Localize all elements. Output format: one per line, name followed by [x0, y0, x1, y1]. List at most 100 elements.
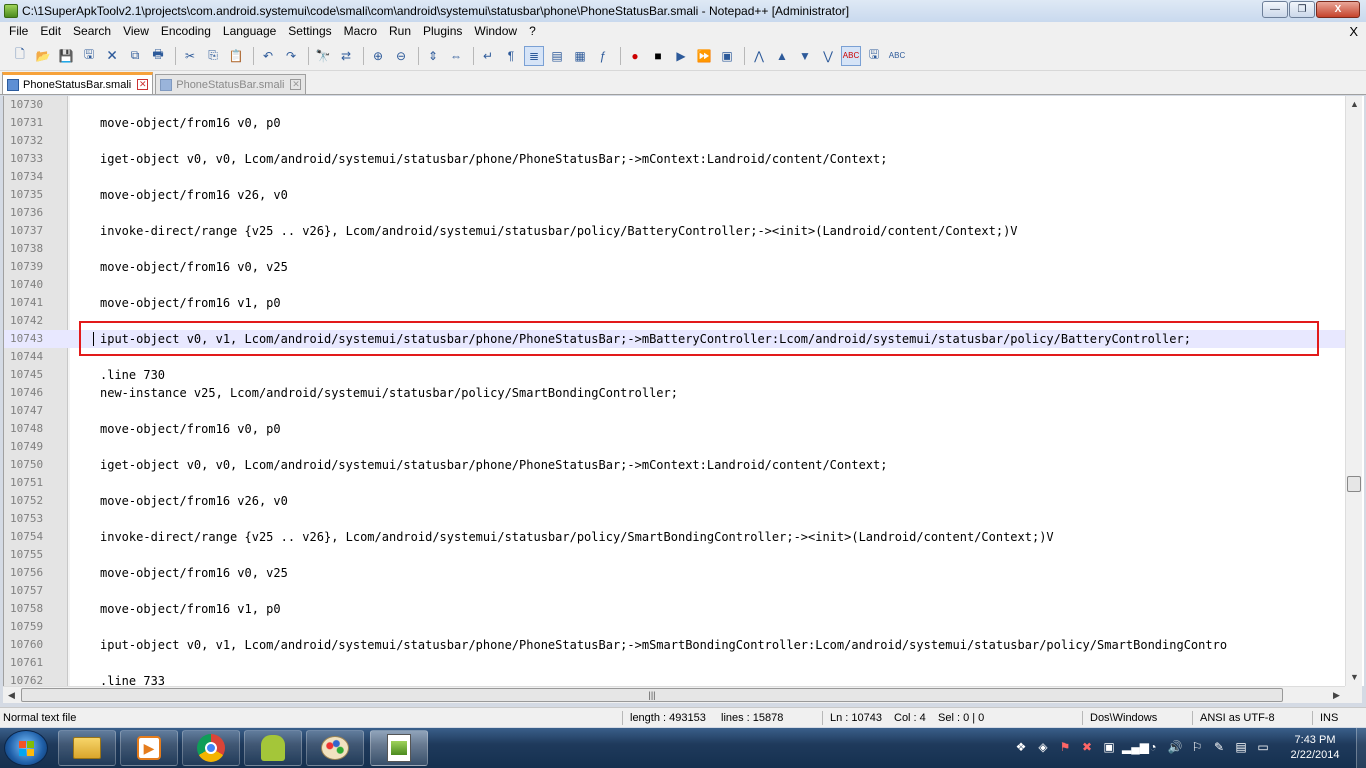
menu-settings[interactable]: Settings — [282, 22, 337, 41]
move-up-icon[interactable]: ▲ — [772, 46, 792, 66]
move-down-icon[interactable]: ▼ — [795, 46, 815, 66]
editor-line[interactable]: 10746 new-instance v25, Lcom/android/syst… — [4, 384, 1346, 402]
menu-file[interactable]: File — [3, 22, 34, 41]
save-macro-icon[interactable]: ▣ — [717, 46, 737, 66]
taskbar-android-tool-button[interactable] — [244, 730, 302, 766]
code-editor[interactable]: 10730 10731 move-object/from16 v0, p0 10732… — [3, 96, 1364, 686]
expand-icon[interactable]: ⋁ — [818, 46, 838, 66]
editor-line[interactable]: 10762 .line 733 — [4, 672, 1346, 686]
taskbar-clock[interactable]: 7:43 PM 2/22/2014 — [1280, 733, 1350, 763]
taskbar-chrome-button[interactable] — [182, 730, 240, 766]
editor-line[interactable]: 10753 — [4, 510, 1346, 528]
indent-guide-icon[interactable]: ≣ — [524, 45, 544, 66]
spell-check-options-icon[interactable]: 🖫 — [864, 46, 884, 66]
close-button[interactable]: X — [1316, 1, 1360, 18]
show-all-characters-icon[interactable]: ¶ — [501, 46, 521, 66]
menu-macro[interactable]: Macro — [338, 22, 383, 41]
scroll-down-icon[interactable]: ▼ — [1346, 669, 1363, 686]
minimize-button[interactable]: — — [1262, 1, 1288, 18]
cut-icon[interactable]: ✂ — [180, 46, 200, 66]
stop-recording-icon[interactable]: ■ — [648, 46, 668, 66]
close-document-button[interactable]: X — [1349, 22, 1358, 41]
menu-language[interactable]: Language — [217, 22, 282, 41]
editor-line[interactable]: 10736 — [4, 204, 1346, 222]
status-encoding[interactable]: ANSI as UTF-8 — [1200, 708, 1275, 728]
open-file-icon[interactable]: 📂 — [33, 46, 53, 66]
editor-line[interactable]: 10757 — [4, 582, 1346, 600]
editor-line[interactable]: 10745 .line 730 — [4, 366, 1346, 384]
action-center-icon[interactable]: ⚐ — [1188, 738, 1206, 756]
undo-icon[interactable]: ↶ — [258, 46, 278, 66]
print-icon[interactable]: 🖶 — [148, 46, 168, 66]
editor-line[interactable]: 10738 — [4, 240, 1346, 258]
redo-icon[interactable]: ↷ — [281, 46, 301, 66]
word-wrap-icon[interactable]: ↵ — [478, 46, 498, 66]
editor-line[interactable]: 10733 iget-object v0, v0, Lcom/android/sy… — [4, 150, 1346, 168]
vertical-scrollbar[interactable]: ▲ ▼ — [1345, 96, 1362, 686]
editor-line[interactable]: 10751 — [4, 474, 1346, 492]
tab-close-icon[interactable]: ✕ — [290, 79, 302, 90]
show-desktop-button[interactable] — [1356, 728, 1366, 768]
menu-encoding[interactable]: Encoding — [155, 22, 217, 41]
editor-line[interactable]: 10752 move-object/from16 v26, v0 — [4, 492, 1346, 510]
editor-line[interactable]: 10731 move-object/from16 v0, p0 — [4, 114, 1346, 132]
dropbox-icon[interactable]: ❖ — [1012, 738, 1030, 756]
scroll-left-icon[interactable]: ◀ — [3, 687, 20, 704]
scroll-right-icon[interactable]: ▶ — [1328, 687, 1345, 704]
scroll-up-icon[interactable]: ▲ — [1346, 96, 1363, 113]
start-button[interactable] — [4, 730, 48, 766]
tab-phonestatusbar-inactive[interactable]: PhoneStatusBar.smali ✕ — [155, 74, 307, 94]
display-icon[interactable]: ▭ — [1254, 738, 1272, 756]
zoom-in-icon[interactable]: ⊕ — [368, 46, 388, 66]
close-file-icon[interactable]: 🗙 — [102, 46, 122, 66]
menu-help[interactable]: ? — [523, 22, 542, 41]
find-icon[interactable]: 🔭 — [313, 46, 333, 66]
editor-line[interactable]: 10750 iget-object v0, v0, Lcom/android/sy… — [4, 456, 1346, 474]
signal-strength-icon[interactable]: ▂▄▆ — [1122, 738, 1149, 756]
editor-line[interactable]: 10747 — [4, 402, 1346, 420]
copy-icon[interactable]: ⎘ — [203, 46, 223, 66]
horizontal-scroll-thumb[interactable]: ||| — [21, 688, 1283, 702]
taskbar-notepad-plus-plus-button[interactable] — [370, 730, 428, 766]
sync-horizontal-icon[interactable]: ⇔ — [446, 46, 466, 66]
editor-line[interactable]: 10735 move-object/from16 v26, v0 — [4, 186, 1346, 204]
editor-line[interactable]: 10749 — [4, 438, 1346, 456]
taskbar-explorer-button[interactable] — [58, 730, 116, 766]
menu-view[interactable]: View — [117, 22, 155, 41]
editor-line[interactable]: 10737 invoke-direct/range {v25 .. v26}, L… — [4, 222, 1346, 240]
horizontal-scrollbar[interactable]: ◀ ||| ▶ — [3, 686, 1345, 703]
collapse-icon[interactable]: ⋀ — [749, 46, 769, 66]
editor-line[interactable]: 10732 — [4, 132, 1346, 150]
taskbar-paint-button[interactable] — [306, 730, 364, 766]
usb-device-icon[interactable]: ▣ — [1100, 738, 1118, 756]
editor-line[interactable]: 10739 move-object/from16 v0, v25 — [4, 258, 1346, 276]
editor-line[interactable]: 10759 — [4, 618, 1346, 636]
menu-plugins[interactable]: Plugins — [417, 22, 468, 41]
editor-line[interactable]: 10756 move-object/from16 v0, v25 — [4, 564, 1346, 582]
editor-line[interactable]: 10741 move-object/from16 v1, p0 — [4, 294, 1346, 312]
editor-line[interactable]: 10755 — [4, 546, 1346, 564]
tab-phonestatusbar-active[interactable]: PhoneStatusBar.smali ✕ — [2, 72, 154, 94]
tool-icon[interactable]: ✎ — [1210, 738, 1228, 756]
network-icon[interactable]: ▤ — [1232, 738, 1250, 756]
editor-line[interactable]: 10748 move-object/from16 v0, p0 — [4, 420, 1346, 438]
network-share-icon[interactable]: ◈ — [1034, 738, 1052, 756]
menu-run[interactable]: Run — [383, 22, 417, 41]
paste-icon[interactable]: 📋 — [226, 46, 246, 66]
close-all-icon[interactable]: ⧉ — [125, 46, 145, 66]
save-icon[interactable]: 💾 — [56, 46, 76, 66]
run-macro-multiple-icon[interactable]: ⏩ — [694, 46, 714, 66]
document-map-icon[interactable]: ▦ — [570, 46, 590, 66]
editor-line[interactable]: 10758 move-object/from16 v1, p0 — [4, 600, 1346, 618]
new-file-icon[interactable]: 🗋 — [10, 46, 30, 66]
editor-line[interactable]: 10761 — [4, 654, 1346, 672]
save-all-icon[interactable]: 🖫 — [79, 46, 99, 66]
editor-line[interactable]: 10730 — [4, 96, 1346, 114]
spell-check-icon[interactable]: ABC — [841, 45, 861, 66]
replace-icon[interactable]: ⇄ — [336, 46, 356, 66]
editor-line[interactable]: 10740 — [4, 276, 1346, 294]
editor-line[interactable]: 10754 invoke-direct/range {v25 .. v26}, L… — [4, 528, 1346, 546]
security-alert-icon[interactable]: ⚑ — [1056, 738, 1074, 756]
disconnected-icon[interactable]: ✖ — [1078, 738, 1096, 756]
function-list-icon[interactable]: ƒ — [593, 46, 613, 66]
